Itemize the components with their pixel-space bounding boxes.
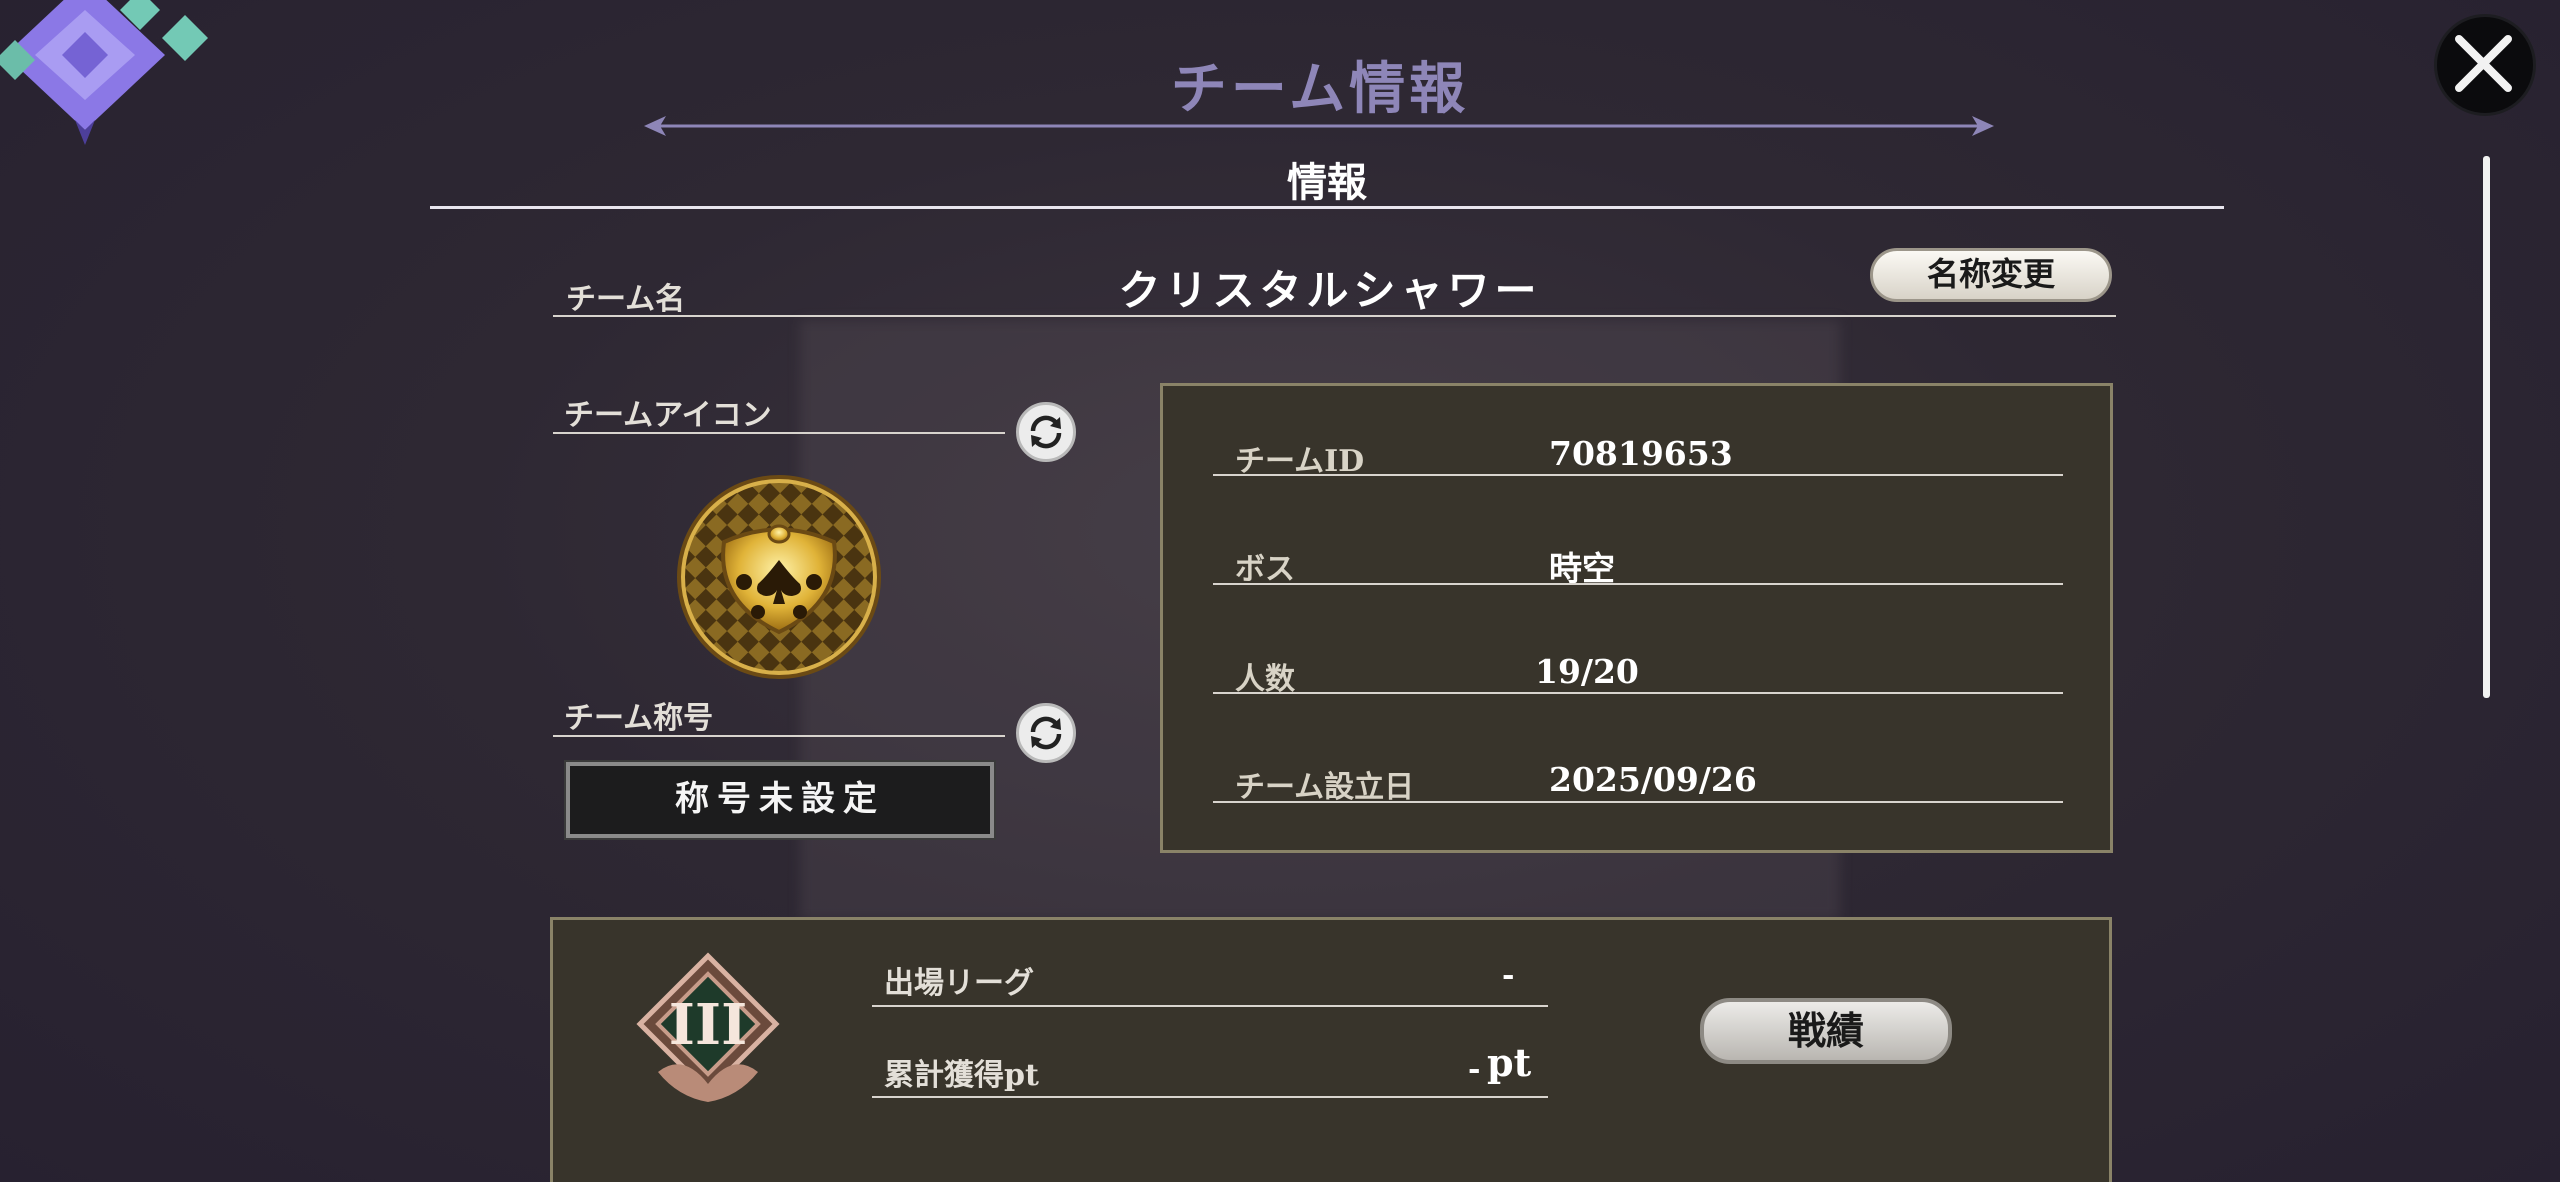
league-divider (872, 1005, 1548, 1007)
points-unit: pt (1487, 1040, 1532, 1085)
points-value: - (1468, 1052, 1481, 1087)
boss-label: ボス (1235, 552, 1295, 587)
team-title-divider (553, 735, 1005, 737)
rank-III-emblem: III (636, 952, 780, 1102)
team-title-label: チーム称号 (564, 701, 714, 736)
title-divider-arrow (644, 116, 1994, 136)
change-icon-button[interactable] (1016, 402, 1076, 462)
league-value: - (1502, 958, 1515, 993)
refresh-icon (1030, 415, 1062, 449)
members-divider (1213, 692, 2063, 694)
founded-label: チーム設立日 (1235, 770, 1415, 805)
members-value: 19/20 (1535, 652, 1639, 691)
league-label: 出場リーグ (884, 966, 1034, 1001)
team-name-label: チーム名 (566, 282, 686, 317)
change-title-button[interactable] (1016, 703, 1076, 763)
record-button[interactable]: 戦績 (1700, 998, 1952, 1064)
team-info-screen: チーム情報 情報 チーム名 クリスタルシャワー 名称変更 チームアイコン チーム… (0, 0, 2560, 1182)
team-name-divider (553, 315, 2116, 317)
refresh-icon (1030, 716, 1062, 750)
boss-divider (1213, 583, 2063, 585)
points-label: 累計獲得pt (884, 1058, 1039, 1093)
founded-value: 2025/09/26 (1549, 760, 1757, 799)
team-name-value: クリスタルシャワー (1118, 266, 1542, 315)
team-info-panel: チームID 70819653 ボス 時空 人数 19/20 チーム設立日 202… (1160, 383, 2113, 853)
team-icon-emblem (677, 475, 881, 679)
team-title-value[interactable]: 称号未設定 (564, 760, 996, 840)
rename-button[interactable]: 名称変更 (1870, 248, 2112, 302)
team-id-divider (1213, 474, 2063, 476)
points-divider (872, 1096, 1548, 1098)
team-id-value: 70819653 (1549, 434, 1733, 473)
tab-info: 情報 (1287, 159, 1367, 206)
team-icon-divider (553, 432, 1005, 434)
svg-text:III: III (669, 992, 748, 1058)
team-icon-label: チームアイコン (564, 398, 772, 433)
founded-divider (1213, 801, 2063, 803)
scrollbar[interactable] (2483, 156, 2490, 698)
tab-divider (430, 206, 2224, 209)
